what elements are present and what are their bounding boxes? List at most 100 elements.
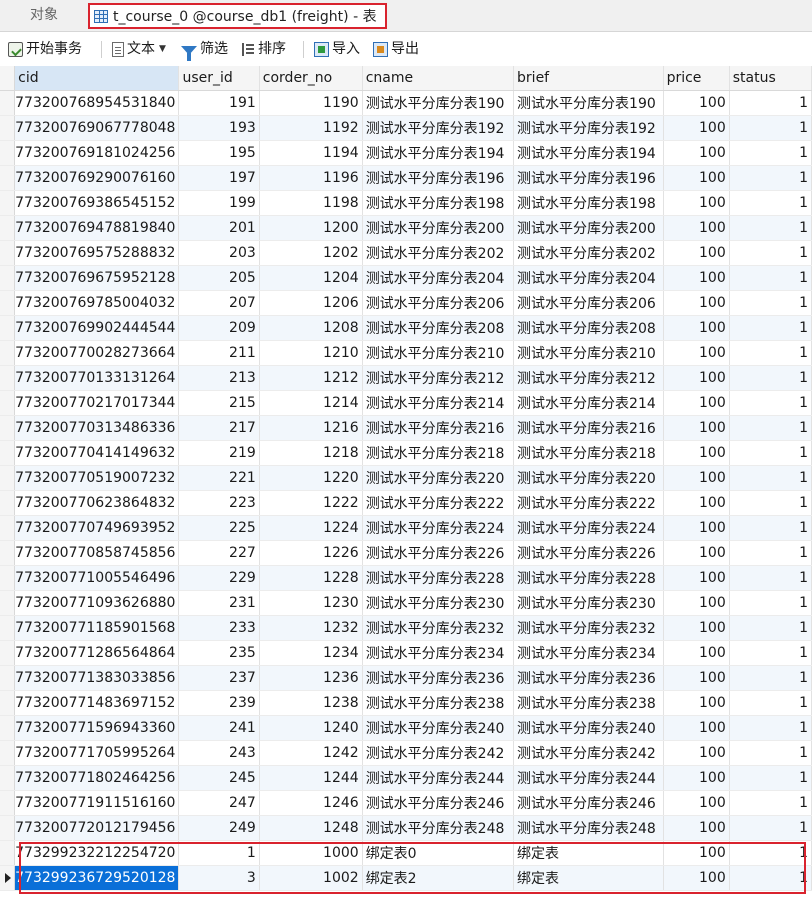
table-row[interactable]: 773299232212254720 1 1000 绑定表0 绑定表 100 1 xyxy=(0,840,812,866)
cell-cname[interactable]: 测试水平分库分表222 xyxy=(362,490,515,516)
cell-price[interactable]: 100 xyxy=(663,740,730,766)
row-indicator[interactable] xyxy=(0,340,16,366)
cell-status[interactable]: 1 xyxy=(729,115,812,141)
cell-cid[interactable]: 773200770133131264 xyxy=(14,365,180,391)
cell-price[interactable]: 100 xyxy=(663,690,730,716)
cell-cid[interactable]: 773200769386545152 xyxy=(14,190,180,216)
cell-brief[interactable]: 绑定表 xyxy=(513,865,664,891)
cell-brief[interactable]: 绑定表 xyxy=(513,840,664,866)
cell-brief[interactable]: 测试水平分库分表214 xyxy=(513,390,664,416)
row-indicator[interactable] xyxy=(0,840,16,866)
row-indicator[interactable] xyxy=(0,315,16,341)
cell-status[interactable]: 1 xyxy=(729,515,812,541)
cell-cid[interactable]: 773200772012179456 xyxy=(14,815,180,841)
begin-transaction-button[interactable]: 开始事务 xyxy=(8,39,82,59)
cell-status[interactable]: 1 xyxy=(729,540,812,566)
cell-cid[interactable]: 773200770623864832 xyxy=(14,490,180,516)
cell-user-id[interactable]: 197 xyxy=(178,165,260,191)
cell-corder-no[interactable]: 1214 xyxy=(259,390,363,416)
cell-brief[interactable]: 测试水平分库分表246 xyxy=(513,790,664,816)
cell-status[interactable]: 1 xyxy=(729,265,812,291)
column-header-price[interactable]: price xyxy=(663,66,730,91)
cell-cid[interactable]: 773200769290076160 xyxy=(14,165,180,191)
table-row[interactable]: 773200769067778048 193 1192 测试水平分库分表192 测试水平… xyxy=(0,115,812,141)
cell-cname[interactable]: 测试水平分库分表244 xyxy=(362,765,515,791)
cell-status[interactable]: 1 xyxy=(729,840,812,866)
cell-brief[interactable]: 测试水平分库分表208 xyxy=(513,315,664,341)
cell-corder-no[interactable]: 1244 xyxy=(259,765,363,791)
cell-brief[interactable]: 测试水平分库分表200 xyxy=(513,215,664,241)
cell-corder-no[interactable]: 1206 xyxy=(259,290,363,316)
cell-corder-no[interactable]: 1224 xyxy=(259,515,363,541)
cell-cname[interactable]: 测试水平分库分表212 xyxy=(362,365,515,391)
table-row[interactable]: 773200771286564864 235 1234 测试水平分库分表234 测试水平… xyxy=(0,640,812,666)
row-indicator[interactable] xyxy=(0,215,16,241)
cell-user-id[interactable]: 233 xyxy=(178,615,260,641)
cell-user-id[interactable]: 247 xyxy=(178,790,260,816)
cell-user-id[interactable]: 215 xyxy=(178,390,260,416)
cell-cid[interactable]: 773200771596943360 xyxy=(14,715,180,741)
cell-brief[interactable]: 测试水平分库分表236 xyxy=(513,665,664,691)
cell-cname[interactable]: 测试水平分库分表232 xyxy=(362,615,515,641)
table-row[interactable]: 773200770623864832 223 1222 测试水平分库分表222 测试水平… xyxy=(0,490,812,516)
row-indicator[interactable] xyxy=(0,565,16,591)
cell-user-id[interactable]: 211 xyxy=(178,340,260,366)
filter-button[interactable]: 筛选 xyxy=(181,39,228,61)
cell-user-id[interactable]: 225 xyxy=(178,515,260,541)
cell-user-id[interactable]: 199 xyxy=(178,190,260,216)
row-indicator[interactable] xyxy=(0,465,16,491)
cell-cid[interactable]: 773200770858745856 xyxy=(14,540,180,566)
row-indicator[interactable] xyxy=(0,790,16,816)
cell-cid[interactable]: 773200769902444544 xyxy=(14,315,180,341)
table-row[interactable]: 773200769386545152 199 1198 测试水平分库分表198 测试水平… xyxy=(0,190,812,216)
cell-status[interactable]: 1 xyxy=(729,615,812,641)
cell-price[interactable]: 100 xyxy=(663,115,730,141)
table-row[interactable]: 773200771911516160 247 1246 测试水平分库分表246 测试水平… xyxy=(0,790,812,816)
cell-status[interactable]: 1 xyxy=(729,865,812,891)
sort-button[interactable]: 排序 xyxy=(240,39,286,59)
row-indicator[interactable] xyxy=(0,115,16,141)
cell-status[interactable]: 1 xyxy=(729,640,812,666)
cell-cname[interactable]: 测试水平分库分表198 xyxy=(362,190,515,216)
cell-price[interactable]: 100 xyxy=(663,665,730,691)
cell-status[interactable]: 1 xyxy=(729,715,812,741)
row-indicator[interactable] xyxy=(0,90,16,116)
table-row[interactable]: 773299236729520128 3 1002 绑定表2 绑定表 100 1 xyxy=(0,865,812,891)
cell-cname[interactable]: 测试水平分库分表216 xyxy=(362,415,515,441)
column-header-status[interactable]: status xyxy=(729,66,812,91)
cell-brief[interactable]: 测试水平分库分表202 xyxy=(513,240,664,266)
table-row[interactable]: 773200772012179456 249 1248 测试水平分库分表248 测试水平… xyxy=(0,815,812,841)
cell-cname[interactable]: 测试水平分库分表246 xyxy=(362,790,515,816)
row-indicator[interactable] xyxy=(0,590,16,616)
cell-cname[interactable]: 测试水平分库分表202 xyxy=(362,240,515,266)
cell-cid[interactable]: 773200771185901568 xyxy=(14,615,180,641)
cell-brief[interactable]: 测试水平分库分表232 xyxy=(513,615,664,641)
cell-corder-no[interactable]: 1202 xyxy=(259,240,363,266)
cell-cid[interactable]: 773200770519007232 xyxy=(14,465,180,491)
table-row[interactable]: 773200769575288832 203 1202 测试水平分库分表202 测试水平… xyxy=(0,240,812,266)
cell-corder-no[interactable]: 1194 xyxy=(259,140,363,166)
cell-brief[interactable]: 测试水平分库分表196 xyxy=(513,165,664,191)
cell-user-id[interactable]: 1 xyxy=(178,840,260,866)
cell-user-id[interactable]: 195 xyxy=(178,140,260,166)
cell-user-id[interactable]: 193 xyxy=(178,115,260,141)
cell-price[interactable]: 100 xyxy=(663,490,730,516)
cell-price[interactable]: 100 xyxy=(663,140,730,166)
cell-price[interactable]: 100 xyxy=(663,615,730,641)
cell-price[interactable]: 100 xyxy=(663,515,730,541)
cell-price[interactable]: 100 xyxy=(663,765,730,791)
cell-status[interactable]: 1 xyxy=(729,665,812,691)
cell-cname[interactable]: 测试水平分库分表204 xyxy=(362,265,515,291)
cell-cid[interactable]: 773200771802464256 xyxy=(14,765,180,791)
cell-user-id[interactable]: 227 xyxy=(178,540,260,566)
cell-status[interactable]: 1 xyxy=(729,790,812,816)
row-indicator[interactable] xyxy=(0,490,16,516)
cell-cname[interactable]: 测试水平分库分表238 xyxy=(362,690,515,716)
table-row[interactable]: 773200770133131264 213 1212 测试水平分库分表212 测试水平… xyxy=(0,365,812,391)
cell-user-id[interactable]: 237 xyxy=(178,665,260,691)
cell-cid[interactable]: 773200771911516160 xyxy=(14,790,180,816)
cell-cname[interactable]: 测试水平分库分表214 xyxy=(362,390,515,416)
row-indicator[interactable] xyxy=(0,290,16,316)
row-indicator[interactable] xyxy=(0,165,16,191)
cell-corder-no[interactable]: 1230 xyxy=(259,590,363,616)
